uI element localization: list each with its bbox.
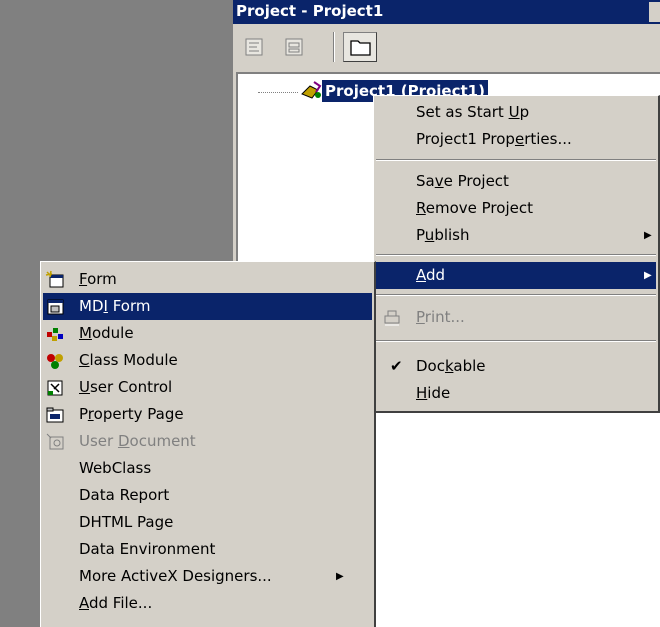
menu-item-publish[interactable]: Publish ▶	[376, 222, 656, 249]
view-code-icon	[245, 38, 263, 56]
submenu-arrow-icon: ▶	[336, 571, 344, 582]
add-item-data-report[interactable]: Data Report	[43, 482, 372, 509]
project-icon	[301, 81, 322, 99]
printer-icon	[384, 310, 400, 326]
menu-separator	[376, 294, 656, 296]
add-item-mdi-form[interactable]: MDI Form	[43, 293, 372, 320]
folder-icon	[350, 40, 371, 56]
module-icon	[47, 328, 63, 341]
property-page-icon	[46, 407, 64, 423]
toggle-folders-button[interactable]	[343, 32, 377, 62]
add-submenu: Form MDI Form Module Class Module User C…	[40, 261, 376, 627]
view-code-button[interactable]	[241, 34, 267, 60]
menu-item-hide[interactable]: Hide	[376, 380, 656, 407]
add-item-webclass[interactable]: WebClass	[43, 455, 372, 482]
checkmark-icon: ✔	[390, 357, 403, 375]
add-item-module[interactable]: Module	[43, 320, 372, 347]
project-toolbar	[233, 24, 660, 70]
user-document-icon	[46, 433, 64, 450]
menu-separator	[376, 340, 656, 342]
window-title[interactable]: Project - Project1	[233, 0, 660, 24]
menu-item-project-properties[interactable]: Project1 Properties...	[376, 126, 656, 153]
menu-item-dockable[interactable]: ✔ Dockable	[376, 353, 656, 380]
mdi-form-icon	[47, 299, 64, 315]
menu-item-save-project[interactable]: Save Project	[376, 168, 656, 195]
user-control-icon	[47, 380, 63, 396]
tree-connector	[258, 92, 298, 93]
view-object-icon	[285, 38, 303, 56]
add-item-user-document[interactable]: User Document	[43, 428, 372, 455]
menu-item-print[interactable]: Print...	[376, 304, 656, 331]
class-module-icon	[47, 354, 63, 369]
menu-separator	[376, 159, 656, 161]
add-item-dhtml-page[interactable]: DHTML Page	[43, 509, 372, 536]
form-icon	[45, 270, 64, 288]
add-item-class-module[interactable]: Class Module	[43, 347, 372, 374]
menu-item-remove-project[interactable]: Remove Project	[376, 195, 656, 222]
toolbar-separator	[333, 32, 335, 62]
submenu-arrow-icon: ▶	[644, 270, 652, 281]
title-close-button[interactable]	[649, 2, 660, 22]
add-item-add-file[interactable]: Add File...	[43, 590, 372, 617]
menu-item-add[interactable]: Add ▶	[376, 262, 656, 289]
add-item-data-environment[interactable]: Data Environment	[43, 536, 372, 563]
add-item-form[interactable]: Form	[43, 266, 372, 293]
add-item-more-activex-designers[interactable]: More ActiveX Designers... ▶	[43, 563, 372, 590]
add-item-user-control[interactable]: User Control	[43, 374, 372, 401]
project-context-menu: Set as Start Up Project1 Properties... S…	[373, 95, 660, 413]
submenu-arrow-icon: ▶	[644, 230, 652, 241]
menu-item-set-as-start-up[interactable]: Set as Start Up	[376, 99, 656, 126]
menu-separator	[376, 254, 656, 256]
add-item-property-page[interactable]: Property Page	[43, 401, 372, 428]
view-object-button[interactable]	[281, 34, 307, 60]
